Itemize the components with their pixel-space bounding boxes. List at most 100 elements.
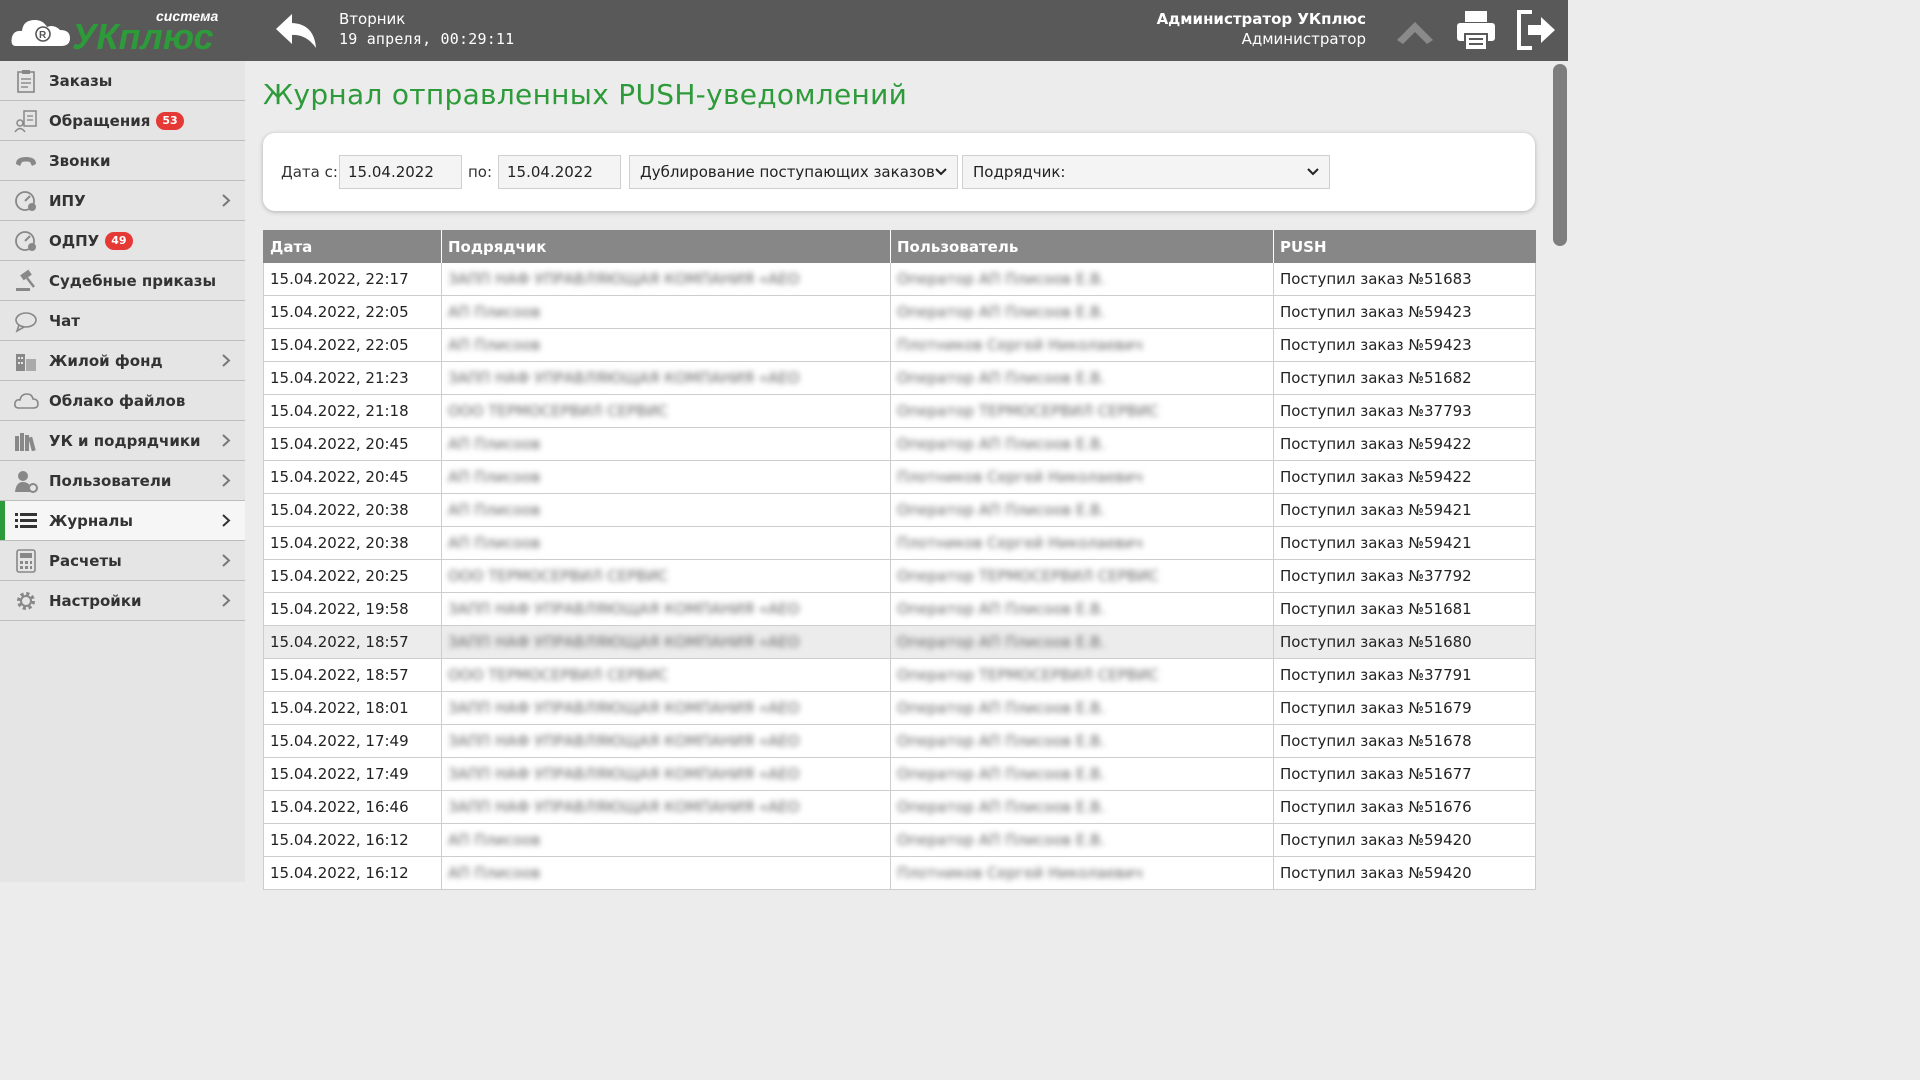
column-header-user[interactable]: Пользователь: [890, 230, 1274, 263]
cell-user: Оператор АП Плисоов Е.В.: [890, 757, 1274, 791]
cell-push-text: Поступил заказ №51678: [1280, 732, 1472, 750]
table-row[interactable]: 15.04.2022, 22:17 ЗАПП НАФ УПРАВЛЯЮЩАЯ КО…: [263, 263, 1536, 296]
sidebar-item-odpu[interactable]: ОДПУ 49: [0, 221, 245, 261]
cell-user-text: Оператор АП Плисоов Е.В.: [897, 303, 1106, 321]
cell-contractor-text: ЗАПП НАФ УПРАВЛЯЮЩАЯ КОМПАНИЯ «АЕО: [448, 600, 800, 618]
cell-contractor: ЗАПП НАФ УПРАВЛЯЮЩАЯ КОМПАНИЯ «АЕО: [441, 790, 891, 824]
top-bar: R система УКплюс Вторник 19 апреля, 00:2…: [0, 0, 1568, 61]
table-row[interactable]: 15.04.2022, 22:05 АП Плисоов Плотников Сер…: [263, 328, 1536, 362]
date-from-input[interactable]: 15.04.2022: [339, 155, 462, 189]
sidebar-item-calls[interactable]: Звонки: [0, 141, 245, 181]
sidebar-item-journals[interactable]: Журналы: [0, 501, 245, 541]
cell-push-text: Поступил заказ №51681: [1280, 600, 1472, 618]
column-header-contractor[interactable]: Подрядчик: [441, 230, 891, 263]
cell-contractor: АП Плисоов: [441, 856, 891, 890]
user-gear-icon: [15, 470, 38, 493]
cell-date-text: 15.04.2022, 21:23: [270, 369, 409, 387]
cell-push-text: Поступил заказ №51679: [1280, 699, 1472, 717]
cell-contractor: ЗАПП НАФ УПРАВЛЯЮЩАЯ КОМПАНИЯ «АЕО: [441, 757, 891, 791]
sidebar-item-file-cloud[interactable]: Облако файлов: [0, 381, 245, 421]
cell-date-text: 15.04.2022, 21:18: [270, 402, 409, 420]
cell-contractor: ООО ТЕРМОСЕРВИЛ СЕРВИС: [441, 394, 891, 428]
ukplus-logo[interactable]: R система УКплюс: [10, 6, 230, 56]
column-header-date[interactable]: Дата: [263, 230, 442, 263]
table-row[interactable]: 15.04.2022, 16:12 АП Плисоов Плотников Сер…: [263, 856, 1536, 890]
page-title: Журнал отправленных PUSH-уведомлений: [263, 78, 908, 111]
sidebar-item-label: УК и подрядчики: [49, 431, 201, 450]
cell-contractor-text: АП Плисоов: [448, 831, 541, 849]
sidebar-item-label: Жилой фонд: [49, 351, 163, 370]
scrollbar-thumb[interactable]: [1553, 64, 1567, 246]
date-to-input[interactable]: 15.04.2022: [498, 155, 621, 189]
svg-text:R: R: [39, 30, 47, 41]
table-row[interactable]: 15.04.2022, 21:23 ЗАПП НАФ УПРАВЛЯЮЩАЯ КО…: [263, 361, 1536, 395]
cell-push: Поступил заказ №51676: [1273, 790, 1536, 824]
cell-contractor-text: АП Плисоов: [448, 303, 541, 321]
cell-contractor: ЗАПП НАФ УПРАВЛЯЮЩАЯ КОМПАНИЯ «АЕО: [441, 724, 891, 758]
scroll-up-icon[interactable]: [1393, 8, 1437, 52]
table-row[interactable]: 15.04.2022, 18:57 ООО ТЕРМОСЕРВИЛ СЕРВИС О…: [263, 658, 1536, 692]
cell-user: Оператор ТЕРМОСЕРВИЛ СЕРВИС: [890, 658, 1274, 692]
chevron-right-icon: [222, 514, 231, 527]
table-row[interactable]: 15.04.2022, 21:18 ООО ТЕРМОСЕРВИЛ СЕРВИС О…: [263, 394, 1536, 428]
cell-date: 15.04.2022, 21:23: [263, 361, 442, 395]
sidebar-item-requests[interactable]: Обращения 53: [0, 101, 245, 141]
cell-user: Оператор АП Плисоов Е.В.: [890, 361, 1274, 395]
sidebar-item-housing[interactable]: Жилой фонд: [0, 341, 245, 381]
sidebar-item-label: Заказы: [49, 71, 113, 90]
cell-date: 15.04.2022, 20:45: [263, 427, 442, 461]
table-header-row: Дата Подрядчик Пользователь PUSH: [263, 230, 1536, 263]
table-row[interactable]: 15.04.2022, 16:46 ЗАПП НАФ УПРАВЛЯЮЩАЯ КО…: [263, 790, 1536, 824]
cell-user: Оператор АП Плисоов Е.В.: [890, 263, 1274, 296]
cell-date: 15.04.2022, 16:12: [263, 823, 442, 857]
cell-date: 15.04.2022, 19:58: [263, 592, 442, 626]
table-row[interactable]: 15.04.2022, 17:49 ЗАПП НАФ УПРАВЛЯЮЩАЯ КО…: [263, 757, 1536, 791]
table-row[interactable]: 15.04.2022, 18:01 ЗАПП НАФ УПРАВЛЯЮЩАЯ КО…: [263, 691, 1536, 725]
sidebar-item-court-orders[interactable]: Судебные приказы: [0, 261, 245, 301]
sidebar-item-orders[interactable]: Заказы: [0, 61, 245, 101]
phone-icon: [16, 156, 36, 166]
cell-contractor-text: ООО ТЕРМОСЕРВИЛ СЕРВИС: [448, 402, 669, 420]
sidebar-item-calculations[interactable]: Расчеты: [0, 541, 245, 581]
sidebar-item-label: ОДПУ: [49, 231, 100, 250]
contractor-select[interactable]: Подрядчик:: [962, 155, 1330, 189]
cell-user: Оператор АП Плисоов Е.В.: [890, 724, 1274, 758]
table-row[interactable]: 15.04.2022, 20:38 АП Плисоов Плотников Сер…: [263, 526, 1536, 560]
table-row[interactable]: 15.04.2022, 17:49 ЗАПП НАФ УПРАВЛЯЮЩАЯ КО…: [263, 724, 1536, 758]
column-header-push[interactable]: PUSH: [1273, 230, 1536, 263]
table-row[interactable]: 15.04.2022, 22:05 АП Плисоов Оператор АП П…: [263, 295, 1536, 329]
logout-icon[interactable]: [1514, 8, 1558, 52]
table-row[interactable]: 15.04.2022, 19:58 ЗАПП НАФ УПРАВЛЯЮЩАЯ КО…: [263, 592, 1536, 626]
cell-push: Поступил заказ №59422: [1273, 460, 1536, 494]
table-row[interactable]: 15.04.2022, 20:45 АП Плисоов Оператор АП П…: [263, 427, 1536, 461]
sidebar-item-label: ИПУ: [49, 191, 86, 210]
requests-count-badge: 53: [156, 111, 184, 130]
list-icon: [15, 512, 37, 528]
sidebar-item-settings[interactable]: Настройки: [0, 581, 245, 621]
chevron-right-icon: [222, 594, 231, 607]
back-arrow-icon[interactable]: [274, 12, 318, 50]
sidebar-item-companies[interactable]: УК и подрядчики: [0, 421, 245, 461]
cell-date: 15.04.2022, 22:17: [263, 263, 442, 296]
sidebar-item-chat[interactable]: Чат: [0, 301, 245, 341]
printer-icon[interactable]: [1454, 8, 1498, 52]
cell-contractor: ООО ТЕРМОСЕРВИЛ СЕРВИС: [441, 559, 891, 593]
calculator-icon: [16, 548, 36, 573]
meter-icon: [15, 190, 36, 211]
table-row[interactable]: 15.04.2022, 20:45 АП Плисоов Плотников Сер…: [263, 460, 1536, 494]
cell-push-text: Поступил заказ №51676: [1280, 798, 1472, 816]
cell-user: Оператор ТЕРМОСЕРВИЛ СЕРВИС: [890, 394, 1274, 428]
table-row[interactable]: 15.04.2022, 16:12 АП Плисоов Оператор АП П…: [263, 823, 1536, 857]
table-row[interactable]: 15.04.2022, 20:25 ООО ТЕРМОСЕРВИЛ СЕРВИС О…: [263, 559, 1536, 593]
cell-user: Оператор АП Плисоов Е.В.: [890, 592, 1274, 626]
cell-user: Оператор АП Плисоов Е.В.: [890, 823, 1274, 857]
cell-date-text: 15.04.2022, 17:49: [270, 765, 409, 783]
notification-type-select[interactable]: Дублирование поступающих заказов: [629, 155, 958, 189]
cell-user: Оператор АП Плисоов Е.В.: [890, 295, 1274, 329]
sidebar-item-users[interactable]: Пользователи: [0, 461, 245, 501]
table-row[interactable]: 15.04.2022, 18:57 ЗАПП НАФ УПРАВЛЯЮЩАЯ КО…: [263, 625, 1536, 659]
sidebar-item-label: Настройки: [49, 591, 142, 610]
sidebar-item-ipu[interactable]: ИПУ: [0, 181, 245, 221]
cell-push: Поступил заказ №51683: [1273, 263, 1536, 296]
table-row[interactable]: 15.04.2022, 20:38 АП Плисоов Оператор АП П…: [263, 493, 1536, 527]
